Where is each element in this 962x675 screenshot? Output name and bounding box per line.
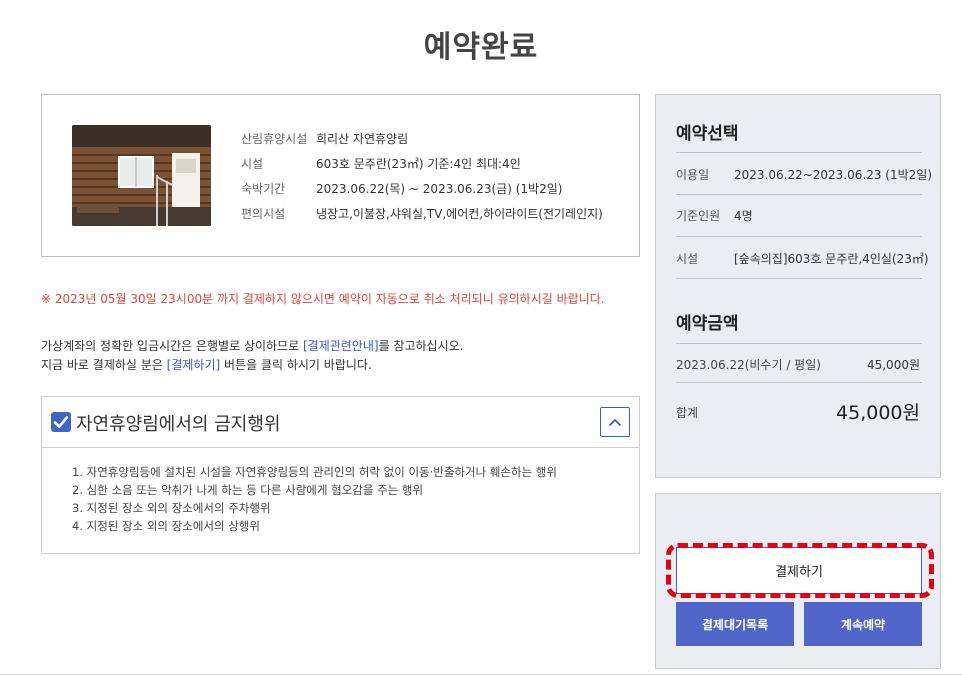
facility-info-card: 산림휴양시설 희리산 자연휴양림 시설 603호 문주란(23㎡) 기준:4인 …: [41, 94, 640, 257]
info-row-stay-period: 숙박기간 2023.06.22(목) ~ 2023.06.23(금) (1박2일…: [241, 176, 603, 201]
guide-text: 지금 바로 결제하실 분은: [41, 358, 167, 372]
list-item: 2. 심한 소음 또는 악취가 나게 하는 등 다른 사람에게 혐오감을 주는 …: [72, 483, 424, 497]
price-line-label: 2023.06.22(비수기 / 평일): [676, 358, 821, 372]
divider: [676, 343, 922, 344]
facility-value: [숲속의집]603호 문주란,4인실(23㎡): [734, 252, 929, 266]
divider: [676, 236, 922, 237]
total-value: 45,000원: [836, 402, 920, 424]
people-value: 4명: [734, 209, 753, 223]
reservation-summary-panel: 예약선택 이용일 2023.06.22~2023.06.23 (1박2일) 기준…: [655, 94, 941, 478]
list-item: 1. 자연휴양림등에 설치된 시설을 자연휴양림등의 관리인의 허락 없이 이동…: [72, 465, 557, 479]
payment-guide-text: 가상계좌의 정확한 입금시간은 은행별로 상이하므로 [결제관련안내]를 참고하…: [41, 337, 464, 375]
guide-line-1: 가상계좌의 정확한 입금시간은 은행별로 상이하므로 [결제관련안내]를 참고하…: [41, 337, 464, 356]
use-date-value: 2023.06.22~2023.06.23 (1박2일): [734, 168, 932, 182]
divider: [676, 278, 922, 279]
guide-line-2: 지금 바로 결제하실 분은 [결제하기] 버튼을 클릭 하시기 바랍니다.: [41, 356, 464, 375]
continue-reservation-button[interactable]: 계속예약: [804, 602, 922, 646]
page-title: 예약완료: [423, 30, 539, 65]
info-label: 숙박기간: [241, 182, 286, 196]
checkbox-checked-icon: [51, 412, 71, 432]
info-row-amenities: 편의시설 냉장고,이불장,샤워실,TV,에어컨,하이라이트(전기레인지): [241, 201, 603, 226]
pay-button[interactable]: 결제하기: [676, 547, 922, 594]
people-label: 기준인원: [676, 209, 721, 223]
cabin-photo: [72, 125, 211, 226]
facility-label: 시설: [676, 252, 699, 266]
pay-link-text[interactable]: [결제하기]: [167, 358, 221, 372]
info-value: 희리산 자연휴양림: [316, 132, 409, 146]
selection-title: 예약선택: [676, 124, 739, 144]
list-item: 3. 지정된 장소 외의 장소에서의 주차행위: [72, 501, 271, 515]
list-item: 4. 지정된 장소 외의 장소에서의 상행위: [72, 519, 260, 533]
collapse-button[interactable]: [600, 407, 630, 437]
payment-deadline-warning: ※ 2023년 05월 30일 23시00분 까지 결제하지 않으시면 예약이 …: [41, 292, 605, 306]
payment-info-link[interactable]: [결제관련안내]: [303, 339, 379, 353]
total-label: 합계: [676, 406, 699, 420]
divider: [676, 382, 922, 383]
prohibited-acts-list: 1. 자연휴양림등에 설치된 시설을 자연휴양림등의 관리인의 허락 없이 이동…: [42, 448, 639, 535]
info-value: 603호 문주란(23㎡) 기준:4인 최대:4인: [316, 157, 521, 171]
info-row-room: 시설 603호 문주란(23㎡) 기준:4인 최대:4인: [241, 151, 603, 176]
divider: [676, 152, 922, 153]
guide-text: 를 참고하십시오.: [378, 339, 464, 353]
payment-wait-list-button[interactable]: 결제대기목록: [676, 602, 794, 646]
prohibited-acts-panel: 자연휴양림에서의 금지행위 1. 자연휴양림등에 설치된 시설을 자연휴양림등의…: [41, 396, 640, 554]
action-panel: 결제하기 결제대기목록 계속예약: [655, 493, 941, 669]
info-label: 산림휴양시설: [241, 132, 308, 146]
info-label: 시설: [241, 157, 264, 171]
divider: [676, 194, 922, 195]
guide-text: 가상계좌의 정확한 입금시간은 은행별로 상이하므로: [41, 339, 303, 353]
prohibited-acts-header: 자연휴양림에서의 금지행위: [42, 397, 639, 448]
info-value: 2023.06.22(목) ~ 2023.06.23(금) (1박2일): [316, 182, 563, 196]
use-date-label: 이용일: [676, 168, 710, 182]
info-value: 냉장고,이불장,샤워실,TV,에어컨,하이라이트(전기레인지): [316, 207, 603, 221]
price-title: 예약금액: [676, 314, 739, 334]
prohibited-acts-title: 자연휴양림에서의 금지행위: [76, 414, 281, 435]
info-label: 편의시설: [241, 207, 286, 221]
guide-text: 버튼을 클릭 하시기 바랍니다.: [220, 358, 372, 372]
price-line-value: 45,000원: [866, 358, 920, 372]
info-row-facility-name: 산림휴양시설 희리산 자연휴양림: [241, 126, 603, 151]
